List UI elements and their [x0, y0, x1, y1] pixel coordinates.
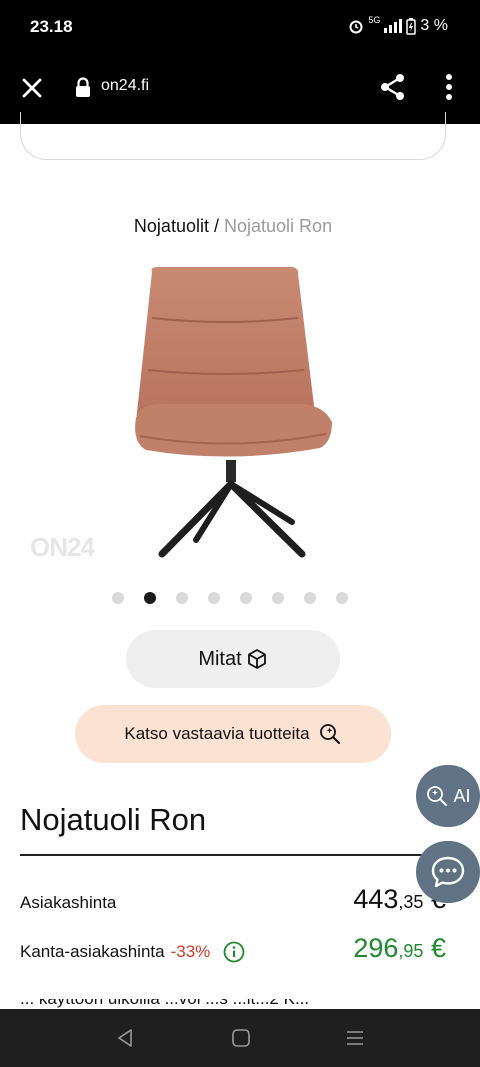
more-vertical-icon[interactable]	[438, 72, 460, 102]
product-title: Nojatuoli Ron	[20, 802, 207, 837]
signal-icon	[384, 19, 403, 33]
ai-label: AI	[453, 785, 471, 806]
url-text[interactable]: on24.fi	[101, 77, 149, 95]
carousel-dot[interactable]	[272, 592, 284, 604]
title-divider	[20, 854, 446, 856]
ai-search-button[interactable]: AI	[416, 765, 480, 827]
dimensions-button[interactable]: Mitat	[126, 630, 340, 688]
member-price: 296,95 €	[353, 933, 446, 963]
chair-base	[158, 460, 306, 558]
customer-price-label: Asiakashinta	[20, 893, 117, 912]
watermark-logo: ON24	[30, 532, 95, 562]
search-similar-icon	[319, 724, 340, 744]
description-cutoff: ... käyttöön ulkoilla ...voi ...s ...lt.…	[20, 999, 446, 1009]
carousel-dot[interactable]	[112, 592, 124, 604]
status-indicators: 5G 3 %	[348, 15, 448, 35]
network-label: 5G	[368, 15, 381, 25]
similar-products-button[interactable]: Katso vastaavia tuotteita	[75, 705, 391, 763]
carousel-dot[interactable]	[176, 592, 188, 604]
system-nav-bar	[0, 1009, 480, 1067]
share-icon[interactable]	[378, 72, 408, 102]
battery-level: 3 %	[420, 17, 448, 34]
member-price-label-group: Kanta-asiakashinta -33%	[20, 940, 246, 964]
info-icon[interactable]	[222, 940, 246, 964]
home-icon[interactable]	[230, 1027, 252, 1049]
status-time: 23.18	[30, 17, 73, 36]
breadcrumb-current: Nojatuoli Ron	[224, 216, 333, 236]
breadcrumb-separator: /	[213, 216, 219, 236]
member-price-row: Kanta-asiakashinta -33% 296,95 €	[20, 933, 446, 964]
carousel-dot[interactable]	[304, 592, 316, 604]
recent-apps-icon[interactable]	[344, 1027, 366, 1049]
member-price-label: Kanta-asiakashinta	[20, 942, 165, 961]
similar-products-label: Katso vastaavia tuotteita	[124, 724, 310, 743]
status-bar: 23.18 5G 3 %	[0, 0, 480, 56]
discount-badge: -33%	[170, 942, 211, 961]
close-icon[interactable]	[18, 74, 46, 102]
carousel-dot[interactable]	[336, 592, 348, 604]
customer-price-row: Asiakashinta 443,35 €	[20, 884, 446, 915]
product-image[interactable]	[20, 252, 440, 572]
carousel-dots	[112, 592, 348, 604]
cube-icon	[247, 649, 266, 669]
carousel-dot[interactable]	[208, 592, 220, 604]
carousel-dot-active[interactable]	[144, 592, 156, 604]
dimensions-label: Mitat	[198, 647, 242, 670]
alarm-icon	[349, 20, 363, 34]
battery-icon	[406, 17, 417, 35]
lock-icon	[76, 77, 90, 97]
chat-button[interactable]	[416, 841, 480, 903]
ai-search-icon	[427, 786, 448, 806]
chat-bubble-icon	[431, 856, 465, 888]
breadcrumb: Nojatuolit / Nojatuoli Ron	[0, 216, 466, 237]
back-icon[interactable]	[114, 1027, 136, 1049]
search-field-bottom-edge[interactable]	[20, 112, 446, 160]
carousel-dot[interactable]	[240, 592, 252, 604]
breadcrumb-parent-link[interactable]: Nojatuolit	[134, 216, 209, 236]
